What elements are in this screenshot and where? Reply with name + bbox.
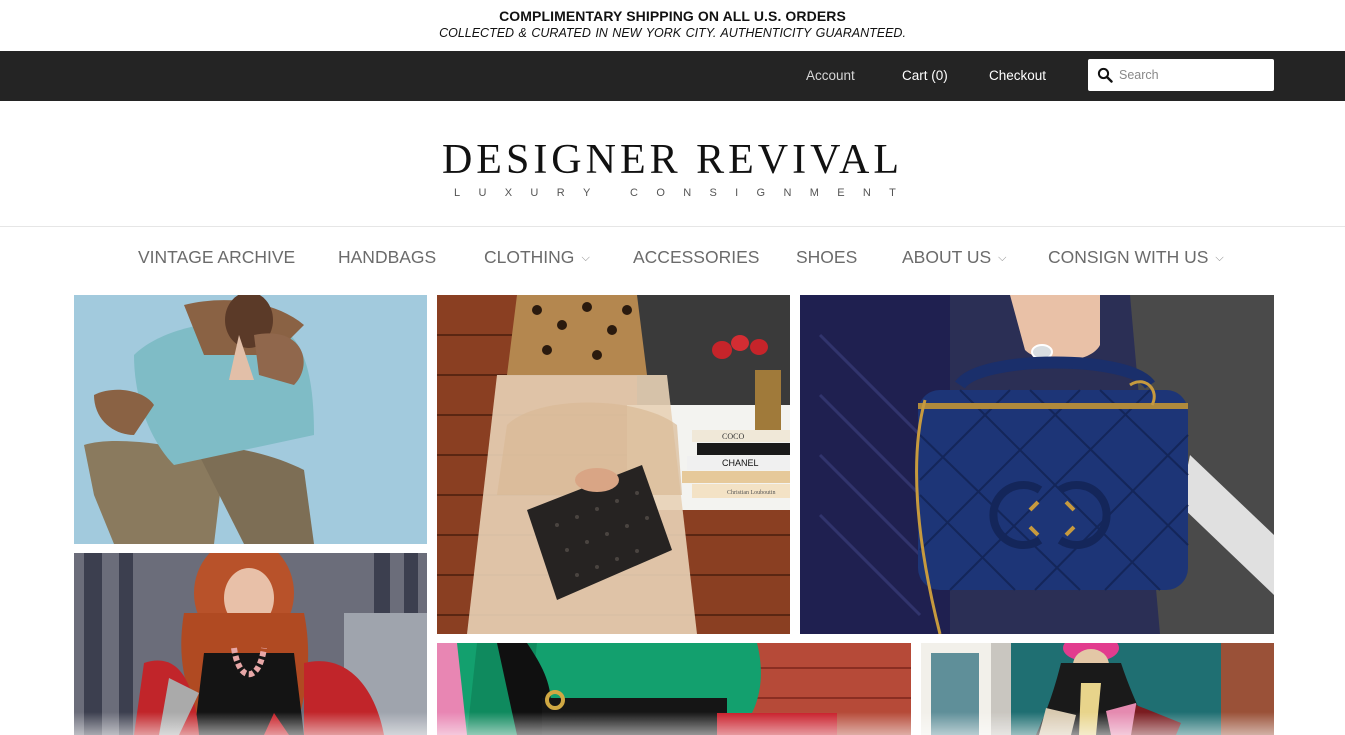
- book-chanel: CHANEL: [722, 458, 759, 468]
- navy-vanity-bag-photo: [800, 295, 1274, 634]
- logo-subtitle-letter: S: [709, 187, 717, 199]
- store-logo-title[interactable]: DESIGNER REVIVAL: [0, 138, 1345, 182]
- green-coat-photo: [437, 643, 911, 735]
- gallery-image-green-coat[interactable]: [437, 643, 911, 735]
- fur-jacket-photo: [74, 295, 427, 544]
- nav-accessories[interactable]: ACCESSORIES: [633, 247, 759, 268]
- nav-label: VINTAGE ARCHIVE: [138, 247, 296, 267]
- nav-vintage-archive[interactable]: VINTAGE ARCHIVE: [138, 247, 295, 268]
- search-box[interactable]: [1088, 59, 1274, 91]
- pink-hat-photo: [921, 643, 1274, 735]
- logo-subtitle-letter: N: [862, 187, 871, 199]
- logo-subtitle-letter: X: [504, 187, 513, 199]
- nav-clothing[interactable]: CLOTHING ⌵: [484, 247, 590, 268]
- book-louboutin: Christian Louboutin: [727, 490, 776, 496]
- logo-subtitle-letter: G: [756, 187, 766, 199]
- logo-subtitle-letter: I: [735, 187, 739, 199]
- checkout-link[interactable]: Checkout: [989, 68, 1046, 83]
- gallery-image-pink-hat[interactable]: [921, 643, 1274, 735]
- logo-subtitle-letter: L: [454, 187, 461, 199]
- nav-handbags[interactable]: HANDBAGS: [338, 247, 436, 268]
- header-logo-area: DESIGNER REVIVAL L U X U R Y C O N S I G N M E N T: [0, 101, 1345, 227]
- logo-subtitle-letter: U: [530, 187, 539, 199]
- gallery-image-navy-vanity-bag[interactable]: [800, 295, 1274, 634]
- nav-label: HANDBAGS: [338, 247, 437, 267]
- chevron-down-icon: ⌵: [998, 252, 1007, 264]
- gallery-image-red-fur[interactable]: [74, 553, 427, 735]
- search-input[interactable]: [1119, 65, 1267, 85]
- logo-subtitle-letter: U: [478, 187, 487, 199]
- nav-label: ABOUT US: [902, 247, 992, 267]
- logo-subtitle-letter: N: [783, 187, 792, 199]
- nav-label: CLOTHING: [484, 247, 575, 267]
- gallery-image-studded-clutch[interactable]: COCO CHANEL Christian Louboutin: [437, 295, 790, 634]
- logo-subtitle-letter: R: [556, 187, 565, 199]
- nav-shoes[interactable]: SHOES: [796, 247, 857, 268]
- logo-subtitle-letter: N: [683, 187, 692, 199]
- nav-label: ACCESSORIES: [633, 247, 760, 267]
- store-logo-subtitle: LUXURY CONSIGNMENT: [454, 187, 896, 199]
- logo-subtitle-letter: [609, 187, 612, 199]
- cart-link[interactable]: Cart (0): [902, 68, 948, 83]
- search-icon[interactable]: [1097, 67, 1113, 83]
- logo-subtitle-letter: M: [809, 187, 819, 199]
- announcement-bar: COMPLIMENTARY SHIPPING ON ALL U.S. ORDER…: [0, 0, 1345, 51]
- nav-consign-with-us[interactable]: CONSIGN WITH US ⌵: [1048, 247, 1224, 268]
- book-coco: COCO: [722, 432, 744, 441]
- logo-subtitle-letter: C: [630, 187, 638, 199]
- nav-label: SHOES: [796, 247, 858, 267]
- nav-about-us[interactable]: ABOUT US ⌵: [902, 247, 1006, 268]
- red-fur-photo: [74, 553, 427, 735]
- chevron-down-icon: ⌵: [1215, 252, 1224, 264]
- account-link[interactable]: Account: [806, 68, 855, 83]
- studded-clutch-photo: COCO CHANEL Christian Louboutin: [437, 295, 790, 634]
- gallery-image-fur-jacket[interactable]: [74, 295, 427, 544]
- nav-label: CONSIGN WITH US: [1048, 247, 1209, 267]
- chevron-down-icon: ⌵: [581, 252, 590, 264]
- logo-subtitle-letter: T: [889, 187, 896, 199]
- announcement-shipping: COMPLIMENTARY SHIPPING ON ALL U.S. ORDER…: [499, 8, 846, 24]
- logo-subtitle-letter: Y: [582, 187, 591, 199]
- logo-subtitle-letter: O: [656, 187, 665, 199]
- logo-subtitle-letter: E: [837, 187, 845, 199]
- announcement-authenticity: COLLECTED & CURATED IN NEW YORK CITY. AU…: [439, 26, 906, 40]
- top-utility-bar: Account Cart (0) Checkout: [0, 51, 1345, 101]
- main-navigation: VINTAGE ARCHIVE HANDBAGS CLOTHING ⌵ ACCES…: [0, 228, 1345, 288]
